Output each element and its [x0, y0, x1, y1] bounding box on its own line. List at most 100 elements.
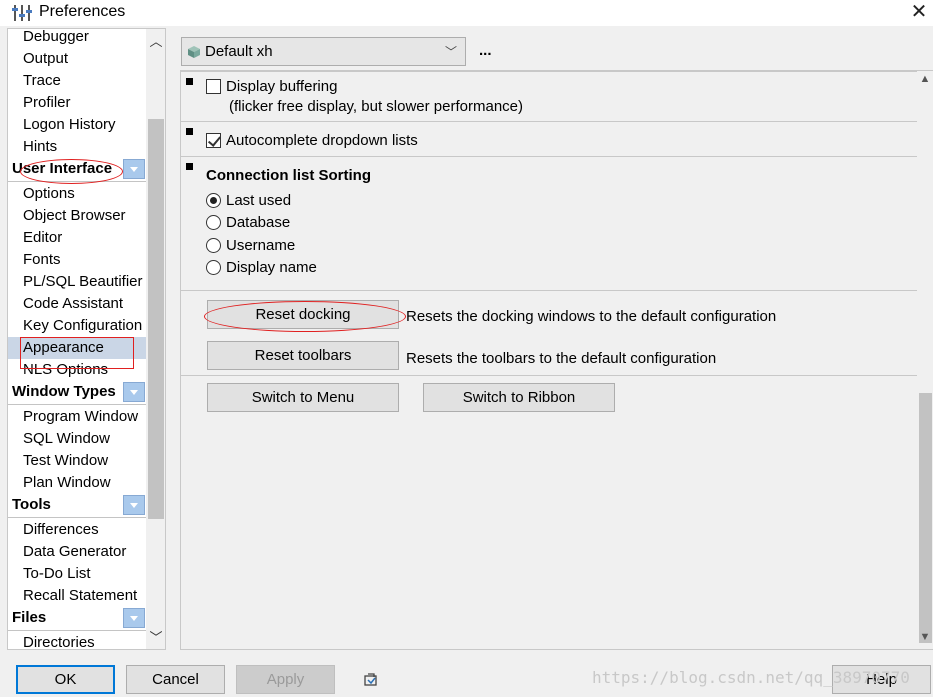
section-divider	[181, 375, 917, 376]
sidebar-item-sql-window[interactable]: SQL Window	[8, 428, 146, 450]
sidebar-item-options[interactable]: Options	[8, 183, 146, 205]
bullet-marker	[186, 128, 193, 135]
bullet-marker	[186, 78, 193, 85]
sidebar-item-label: Options	[23, 185, 75, 202]
sidebar-header-tools[interactable]: Tools	[8, 494, 146, 516]
profile-select-value: Default xh	[205, 43, 273, 60]
sidebar-item-editor[interactable]: Editor	[8, 227, 146, 249]
sidebar-item-trace[interactable]: Trace	[8, 70, 146, 92]
autocomplete-checkbox[interactable]	[206, 133, 221, 148]
sidebar-item-label: Data Generator	[23, 543, 127, 560]
radio-database[interactable]	[206, 215, 221, 230]
sidebar-scroll-thumb[interactable]	[148, 119, 164, 519]
sidebar-header-window-types[interactable]: Window Types	[8, 381, 146, 403]
sidebar-item-logon-history[interactable]: Logon History	[8, 114, 146, 136]
scroll-down-icon[interactable]: ﹀	[149, 631, 163, 645]
sidebar-item-label: Program Window	[23, 408, 139, 425]
more-button[interactable]: ...	[479, 42, 492, 59]
sidebar-item-output[interactable]: Output	[8, 48, 146, 70]
bullet-marker	[186, 163, 193, 170]
sidebar-item-test-window[interactable]: Test Window	[8, 450, 146, 472]
sidebar-item-label: SQL Window	[23, 430, 110, 447]
scroll-up-icon[interactable]: ▲	[918, 73, 932, 85]
sidebar-item-differences[interactable]: Differences	[8, 519, 146, 541]
sidebar-item-label: Window Types	[12, 383, 116, 400]
radio-last-used[interactable]	[206, 193, 221, 208]
group-separator	[8, 630, 146, 631]
switch-to-ribbon-button[interactable]: Switch to Ribbon	[423, 383, 615, 412]
switch-to-menu-button[interactable]: Switch to Menu	[207, 383, 399, 412]
pin-icon[interactable]	[362, 671, 380, 689]
collapse-dropdown-icon[interactable]	[123, 382, 145, 402]
sidebar-item-hints[interactable]: Hints	[8, 136, 146, 158]
options-scrollbar[interactable]: ▲ ▼	[917, 71, 933, 649]
sidebar-item-label: Code Assistant	[23, 295, 124, 312]
apply-button[interactable]: Apply	[236, 665, 335, 694]
sidebar-item-debugger[interactable]: Debugger	[8, 29, 146, 48]
sidebar-item-label: Differences	[23, 521, 99, 538]
close-icon[interactable]: ✕	[907, 0, 931, 24]
sidebar-header-files[interactable]: Files	[8, 607, 146, 629]
sidebar-item-label: Output	[23, 50, 69, 67]
sidebar-item-fonts[interactable]: Fonts	[8, 249, 146, 271]
sidebar-item-label: Hints	[23, 138, 58, 155]
sidebar-item-data-generator[interactable]: Data Generator	[8, 541, 146, 563]
connection-sorting-title: Connection list Sorting	[206, 167, 371, 184]
sidebar-item-label: Test Window	[23, 452, 109, 469]
sidebar-item-code-assistant[interactable]: Code Assistant	[8, 293, 146, 315]
sidebar-item-label: PL/SQL Beautifier	[23, 273, 143, 290]
collapse-dropdown-icon[interactable]	[123, 495, 145, 515]
sidebar-item-label: Trace	[23, 72, 61, 89]
sidebar-item-pl-sql-beautifier[interactable]: PL/SQL Beautifier	[8, 271, 146, 293]
sidebar-item-program-window[interactable]: Program Window	[8, 406, 146, 428]
sidebar-item-label: Fonts	[23, 251, 61, 268]
preferences-icon	[12, 5, 32, 21]
sidebar-item-label: Editor	[23, 229, 63, 246]
sidebar-item-label: Recall Statement	[23, 587, 138, 604]
collapse-dropdown-icon[interactable]	[123, 159, 145, 179]
profile-select[interactable]: Default xh ﹀	[181, 37, 466, 66]
sidebar-item-object-browser[interactable]: Object Browser	[8, 205, 146, 227]
chevron-down-icon: ﹀	[444, 45, 457, 59]
ok-button[interactable]: OK	[16, 665, 115, 694]
window-title: Preferences	[39, 3, 126, 20]
sidebar-item-label: Plan Window	[23, 474, 111, 491]
radio-label-username[interactable]: Username	[226, 237, 295, 254]
radio-label-database[interactable]: Database	[226, 214, 290, 231]
sidebar-item-key-configuration[interactable]: Key Configuration	[8, 315, 146, 337]
sidebar-item-label: Directories	[23, 634, 95, 650]
cancel-button[interactable]: Cancel	[126, 665, 225, 694]
sidebar-item-label: Key Configuration	[23, 317, 143, 334]
sidebar-item-to-do-list[interactable]: To-Do List	[8, 563, 146, 585]
annotation-rect-appearance	[20, 337, 134, 369]
display-buffering-note: (flicker free display, but slower perfor…	[229, 98, 523, 115]
autocomplete-label: Autocomplete dropdown lists	[226, 132, 418, 149]
options-scroll-thumb[interactable]	[919, 393, 932, 643]
sidebar-item-label: Profiler	[23, 94, 71, 111]
reset-docking-description: Resets the docking windows to the defaul…	[406, 308, 777, 325]
sidebar-item-recall-statement[interactable]: Recall Statement	[8, 585, 146, 607]
annotation-ellipse-user-interface	[20, 159, 123, 184]
sidebar-item-label: To-Do List	[23, 565, 91, 582]
cube-icon	[188, 46, 200, 58]
sidebar-scrollbar[interactable]: ︿ ﹀	[146, 29, 165, 649]
sidebar-item-label: Files	[12, 609, 47, 626]
radio-label-last-used[interactable]: Last used	[226, 192, 291, 209]
reset-toolbars-description: Resets the toolbars to the default confi…	[406, 350, 717, 367]
title-bar: Preferences ✕	[0, 0, 933, 26]
scroll-down-icon[interactable]: ▼	[918, 631, 932, 643]
display-buffering-checkbox[interactable]	[206, 79, 221, 94]
sidebar-item-profiler[interactable]: Profiler	[8, 92, 146, 114]
group-separator	[8, 404, 146, 405]
sidebar-item-plan-window[interactable]: Plan Window	[8, 472, 146, 494]
reset-toolbars-button[interactable]: Reset toolbars	[207, 341, 399, 370]
sidebar-item-directories[interactable]: Directories	[8, 632, 146, 650]
sidebar-item-label: Logon History	[23, 116, 116, 133]
scroll-up-icon[interactable]: ︿	[149, 35, 163, 49]
radio-username[interactable]	[206, 238, 221, 253]
annotation-ellipse-reset-docking	[204, 301, 406, 332]
radio-label-display-name[interactable]: Display name	[226, 259, 317, 276]
group-separator	[8, 517, 146, 518]
collapse-dropdown-icon[interactable]	[123, 608, 145, 628]
radio-display-name[interactable]	[206, 260, 221, 275]
